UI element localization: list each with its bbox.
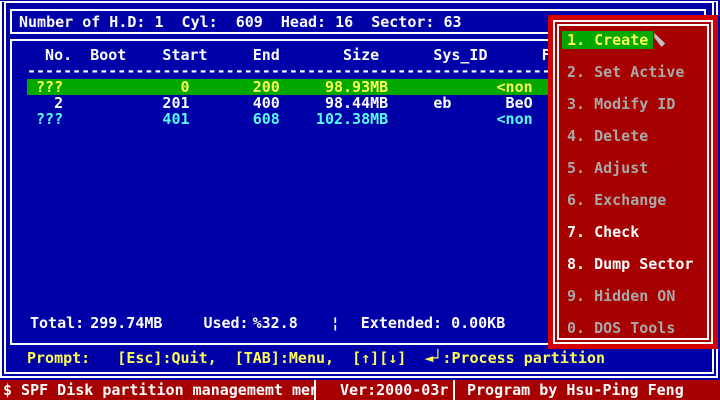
cell-format: <non	[451, 79, 532, 95]
partition-menu-panel: 1. Create 2. Set Active 3. Modify ID 4. …	[553, 20, 713, 344]
cell-no: 2	[27, 95, 63, 111]
prompt-bar: Prompt: [Esc]:Quit, [TAB]:Menu, [↑][↓] ◄…	[0, 350, 720, 367]
partition-menu: 1. Create 2. Set Active 3. Modify ID 4. …	[548, 15, 718, 349]
cell-end: 608	[190, 111, 280, 127]
statusbar-app-title: $ SPF Disk partition managememt menu	[0, 380, 316, 400]
menu-item-delete[interactable]: 4. Delete	[567, 128, 707, 160]
column-header-boot: Boot	[72, 47, 126, 63]
column-header-sysid: Sys_ID	[379, 47, 487, 63]
cell-start: 201	[126, 95, 189, 111]
menu-item-hidden-on[interactable]: 9. Hidden ON	[567, 288, 707, 320]
column-header-format: F	[488, 47, 551, 63]
menu-item-check[interactable]: 7. Check	[567, 224, 707, 256]
used-value: %32.8	[253, 315, 298, 331]
menu-item-modify-id[interactable]: 3. Modify ID	[567, 96, 707, 128]
statusbar-credit: Program by Hsu-Ping Feng	[455, 380, 720, 400]
cell-size: 102.38MB	[280, 111, 388, 127]
cell-sysid: eb	[388, 95, 451, 111]
menu-item-dos-tools[interactable]: 0. DOS Tools	[567, 320, 707, 344]
cell-end: 400	[190, 95, 280, 111]
cell-end: 200	[190, 79, 280, 95]
cell-size: 98.44MB	[280, 95, 388, 111]
extended-label: Extended:	[361, 315, 442, 331]
column-header-no: No.	[27, 47, 72, 63]
disk-summary: Total: 299.74MB Used: %32.8 ¦ Extended: 0.00KB	[30, 315, 505, 331]
used-label: Used:	[203, 315, 248, 331]
cell-start: 401	[126, 111, 189, 127]
column-header-size: Size	[280, 47, 379, 63]
cell-format: <non	[451, 111, 532, 127]
cell-no: ???	[27, 111, 63, 127]
menu-item-adjust[interactable]: 5. Adjust	[567, 160, 707, 192]
column-header-start: Start	[126, 47, 207, 63]
summary-divider: ¦	[331, 315, 340, 331]
total-value: 299.74MB	[90, 315, 162, 331]
column-header-end: End	[208, 47, 280, 63]
extended-value: 0.00KB	[451, 315, 505, 331]
menu-item-dump-sector[interactable]: 8. Dump Sector	[567, 256, 707, 288]
statusbar-version: Ver:2000-03r	[316, 380, 455, 400]
menu-item-create[interactable]: 1. Create	[567, 32, 707, 64]
cell-format: BeO	[451, 95, 532, 111]
mouse-cursor-icon	[654, 33, 665, 47]
menu-item-create-label: 1. Create	[562, 31, 653, 49]
menu-item-set-active[interactable]: 2. Set Active	[567, 64, 707, 96]
cell-size: 98.93MB	[280, 79, 388, 95]
menu-item-exchange[interactable]: 6. Exchange	[567, 192, 707, 224]
total-label: Total:	[30, 315, 84, 331]
cell-start: 0	[126, 79, 189, 95]
status-bar: $ SPF Disk partition managememt menu Ver…	[0, 380, 720, 400]
cell-no: ???	[27, 79, 63, 95]
